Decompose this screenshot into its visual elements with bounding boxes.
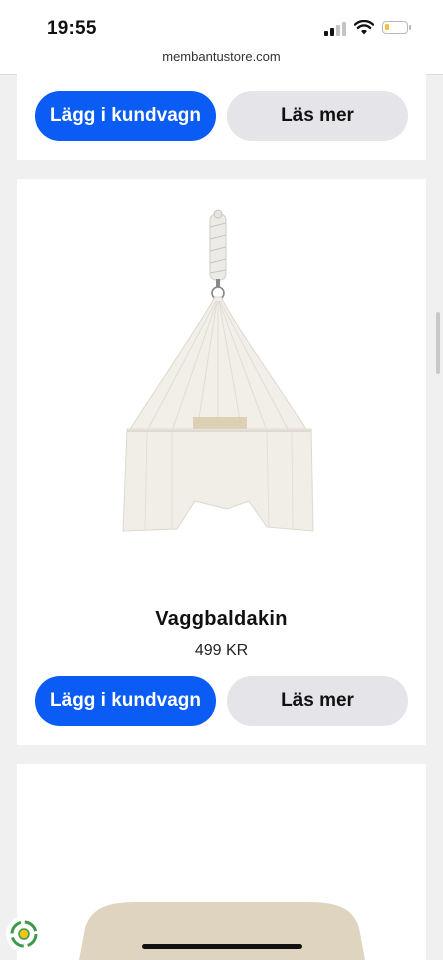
add-to-cart-button[interactable]: Lägg i kundvagn bbox=[35, 676, 216, 726]
product-card-previous: Lägg i kundvagn Läs mer bbox=[17, 74, 426, 160]
url-text: membantustore.com bbox=[162, 49, 281, 64]
product-card: Vaggbaldakin 499 KR Lägg i kundvagn Läs … bbox=[17, 179, 426, 745]
product-image[interactable] bbox=[117, 209, 327, 539]
read-more-button[interactable]: Läs mer bbox=[227, 676, 408, 726]
battery-icon bbox=[382, 21, 411, 34]
read-more-button[interactable]: Läs mer bbox=[227, 91, 408, 141]
signal-icon bbox=[324, 22, 346, 36]
scrollbar[interactable] bbox=[436, 312, 440, 374]
home-indicator[interactable] bbox=[142, 944, 302, 949]
wifi-icon bbox=[354, 20, 374, 35]
recycle-badge-icon[interactable] bbox=[6, 916, 42, 952]
product-price: 499 KR bbox=[194, 642, 249, 659]
product-title[interactable]: Vaggbaldakin bbox=[17, 608, 426, 631]
status-time: 19:55 bbox=[47, 18, 97, 39]
product-card-next bbox=[17, 764, 426, 960]
address-bar[interactable]: membantustore.com bbox=[0, 48, 443, 75]
status-bar: 19:55 bbox=[0, 0, 443, 48]
add-to-cart-button[interactable]: Lägg i kundvagn bbox=[35, 91, 216, 141]
product-image[interactable] bbox=[77, 900, 367, 960]
